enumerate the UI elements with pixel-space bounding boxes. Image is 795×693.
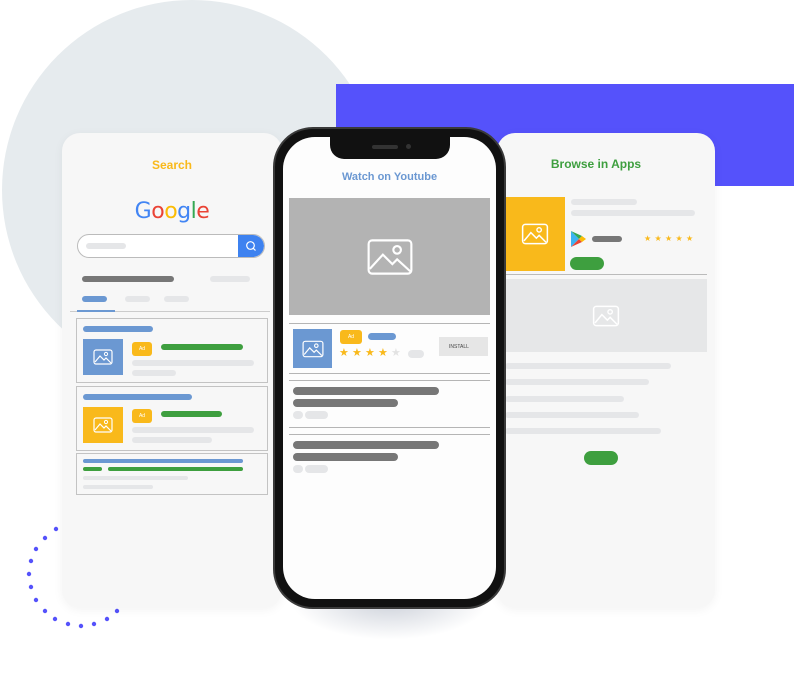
search-placeholder: [86, 243, 126, 249]
section-divider: [505, 274, 707, 275]
star-icon: ★: [339, 347, 349, 359]
ad-badge: Ad: [340, 330, 362, 344]
search-input[interactable]: [77, 234, 265, 258]
result-snippet-line: [132, 437, 212, 443]
youtube-card-title: Watch on Youtube: [341, 171, 438, 183]
get-app-button[interactable]: [570, 257, 604, 270]
phone-frame: Watch on Youtube Ad ★ ★ ★ ★ ★ INSTALL: [273, 127, 506, 609]
google-logo: Google: [62, 199, 282, 224]
organic-result[interactable]: [76, 453, 268, 495]
rating-count: [408, 350, 424, 358]
video-meta: [305, 465, 328, 473]
star-icon: ★: [665, 234, 673, 243]
channel-avatar: [293, 411, 303, 419]
star-icon: ★: [352, 347, 362, 359]
play-store-icon: [571, 231, 586, 247]
search-button[interactable]: [238, 235, 264, 257]
result-thumbnail: [83, 339, 123, 375]
apps-card-title: Browse in Apps: [550, 157, 642, 171]
front-camera: [405, 144, 411, 149]
result-title-link[interactable]: [83, 459, 243, 463]
divider: [289, 373, 490, 374]
result-thumbnail: [83, 407, 123, 443]
divider: [289, 323, 490, 324]
result-url: [161, 411, 222, 417]
result-snippet-line: [132, 370, 176, 376]
result-snippet-line: [83, 476, 188, 480]
video-title-line: [293, 399, 398, 407]
image-icon: [367, 238, 412, 275]
image-icon: [93, 417, 113, 433]
logo-letter: g: [177, 199, 191, 224]
description-line: [505, 379, 649, 385]
video-title-line[interactable]: [293, 441, 439, 449]
divider: [289, 380, 490, 381]
video-title-line: [293, 453, 398, 461]
tab-videos[interactable]: [164, 296, 189, 302]
star-icon: ★: [644, 234, 652, 243]
description-line: [505, 363, 671, 369]
divider: [289, 427, 490, 428]
result-snippet-line: [132, 427, 254, 433]
channel-avatar: [293, 465, 303, 473]
app-thumbnail: [505, 197, 565, 271]
apps-card: Browse in Apps ★ ★ ★ ★ ★: [497, 133, 715, 608]
tab-all[interactable]: [82, 296, 107, 302]
ad-badge: Ad: [132, 409, 152, 423]
results-count-line: [82, 276, 174, 282]
ad-result[interactable]: Ad: [76, 318, 268, 383]
result-title-link[interactable]: [83, 326, 153, 332]
star-icon: ★: [365, 347, 375, 359]
logo-letter: G: [134, 199, 152, 224]
search-card-title: Search: [151, 158, 193, 172]
logo-letter: o: [151, 199, 165, 224]
description-line: [505, 428, 661, 434]
star-icon: ★: [391, 347, 401, 359]
image-icon: [301, 340, 324, 357]
divider: [289, 434, 490, 435]
developer-line: [592, 236, 622, 242]
app-screenshot: [505, 279, 707, 352]
install-button[interactable]: INSTALL: [439, 337, 488, 356]
description-line: [505, 396, 624, 402]
app-desc-line: [571, 210, 695, 216]
video-meta: [305, 411, 328, 419]
tools-line: [210, 276, 250, 282]
result-url: [83, 467, 102, 471]
ad-badge: Ad: [132, 342, 152, 356]
magnifier-icon: [246, 241, 256, 251]
app-name-line: [368, 333, 396, 340]
star-icon: ★: [378, 347, 388, 359]
phone-notch: [329, 137, 450, 159]
active-tab-indicator: [77, 310, 115, 312]
search-card: Search Google Ad Ad: [62, 133, 282, 608]
ad-result[interactable]: Ad: [76, 386, 268, 451]
speaker-grille: [371, 145, 398, 149]
description-line: [505, 412, 639, 418]
result-title-link[interactable]: [83, 394, 192, 400]
result-url: [108, 467, 243, 471]
video-thumbnail[interactable]: [289, 198, 490, 315]
logo-letter: e: [196, 199, 210, 224]
image-icon: [592, 305, 620, 326]
result-url: [161, 344, 243, 350]
image-icon: [521, 223, 549, 245]
tab-images[interactable]: [125, 296, 150, 302]
result-snippet-line: [132, 360, 254, 366]
image-icon: [93, 349, 113, 365]
star-icon: ★: [686, 234, 694, 243]
phone-screen: Watch on Youtube Ad ★ ★ ★ ★ ★ INSTALL: [283, 137, 496, 599]
star-icon: ★: [654, 234, 662, 243]
star-icon: ★: [675, 234, 683, 243]
app-ad-thumbnail: [293, 329, 332, 368]
install-button[interactable]: [584, 451, 618, 465]
logo-letter: o: [164, 199, 178, 224]
video-title-line[interactable]: [293, 387, 439, 395]
result-snippet-line: [83, 485, 153, 489]
app-title-line: [571, 199, 637, 205]
